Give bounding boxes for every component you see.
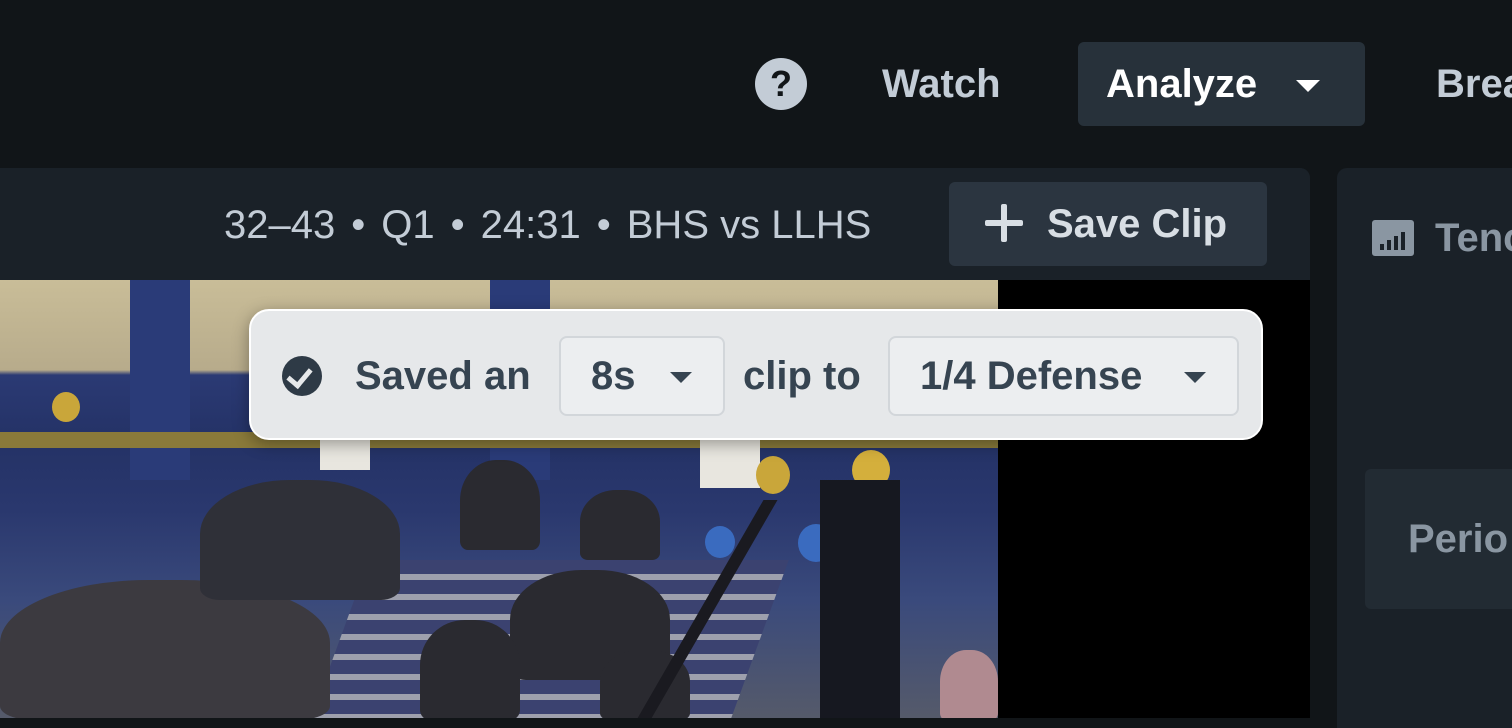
game-info: 32–43 • Q1 • 24:31 • BHS vs LLHS	[224, 203, 871, 248]
separator-dot: •	[450, 203, 465, 247]
playlist-value: 1/4 Defense	[920, 354, 1143, 398]
matchup: BHS vs LLHS	[626, 203, 872, 247]
crowd	[580, 490, 660, 560]
wall-banner	[700, 440, 760, 488]
clip-duration-dropdown[interactable]: 8s	[559, 336, 725, 416]
railing	[820, 480, 900, 718]
plus-icon	[985, 204, 1023, 242]
crowd	[460, 460, 540, 550]
tendencies-panel: Tenc Perio	[1337, 168, 1512, 728]
balloon	[705, 526, 735, 558]
balloon	[52, 392, 80, 422]
nav-analyze-dropdown[interactable]: Analyze	[1078, 42, 1365, 126]
balloon	[756, 456, 790, 494]
nav-analyze-label: Analyze	[1106, 62, 1258, 106]
wall-banner	[320, 440, 370, 470]
separator-dot: •	[596, 203, 611, 247]
caret-down-icon	[1296, 80, 1320, 92]
bar-chart-icon	[1372, 220, 1414, 256]
score: 32–43	[224, 203, 336, 247]
toast-prefix: Saved an	[355, 354, 531, 398]
save-clip-button[interactable]: Save Clip	[949, 182, 1267, 266]
nav-watch[interactable]: Watch	[882, 62, 1001, 107]
save-clip-label: Save Clip	[1047, 202, 1228, 246]
caret-down-icon	[670, 372, 692, 383]
check-circle-icon	[282, 356, 322, 396]
help-icon[interactable]: ?	[755, 58, 807, 110]
toast-middle: clip to	[743, 354, 861, 398]
crowd	[0, 580, 330, 718]
crowd	[420, 620, 520, 718]
gym-pillar	[130, 280, 190, 480]
period: Q1	[381, 203, 435, 247]
top-nav: ? Watch Analyze Brea	[0, 0, 1512, 168]
clip-saved-toast: Saved an 8s clip to 1/4 Defense	[249, 309, 1263, 440]
video-header: 32–43 • Q1 • 24:31 • BHS vs LLHS Save Clip	[0, 168, 1310, 280]
crowd	[200, 480, 400, 600]
nav-break[interactable]: Brea	[1436, 62, 1512, 107]
period-filter-label: Perio	[1408, 517, 1509, 561]
separator-dot: •	[351, 203, 366, 247]
video-panel: 32–43 • Q1 • 24:31 • BHS vs LLHS Save Clip	[0, 168, 1310, 718]
crowd	[940, 650, 998, 718]
clip-duration-value: 8s	[591, 354, 636, 398]
period-filter[interactable]: Perio	[1365, 469, 1512, 609]
playlist-dropdown[interactable]: 1/4 Defense	[888, 336, 1239, 416]
caret-down-icon	[1184, 372, 1206, 383]
game-clock: 24:31	[480, 203, 581, 247]
panel-title: Tenc	[1435, 216, 1512, 260]
